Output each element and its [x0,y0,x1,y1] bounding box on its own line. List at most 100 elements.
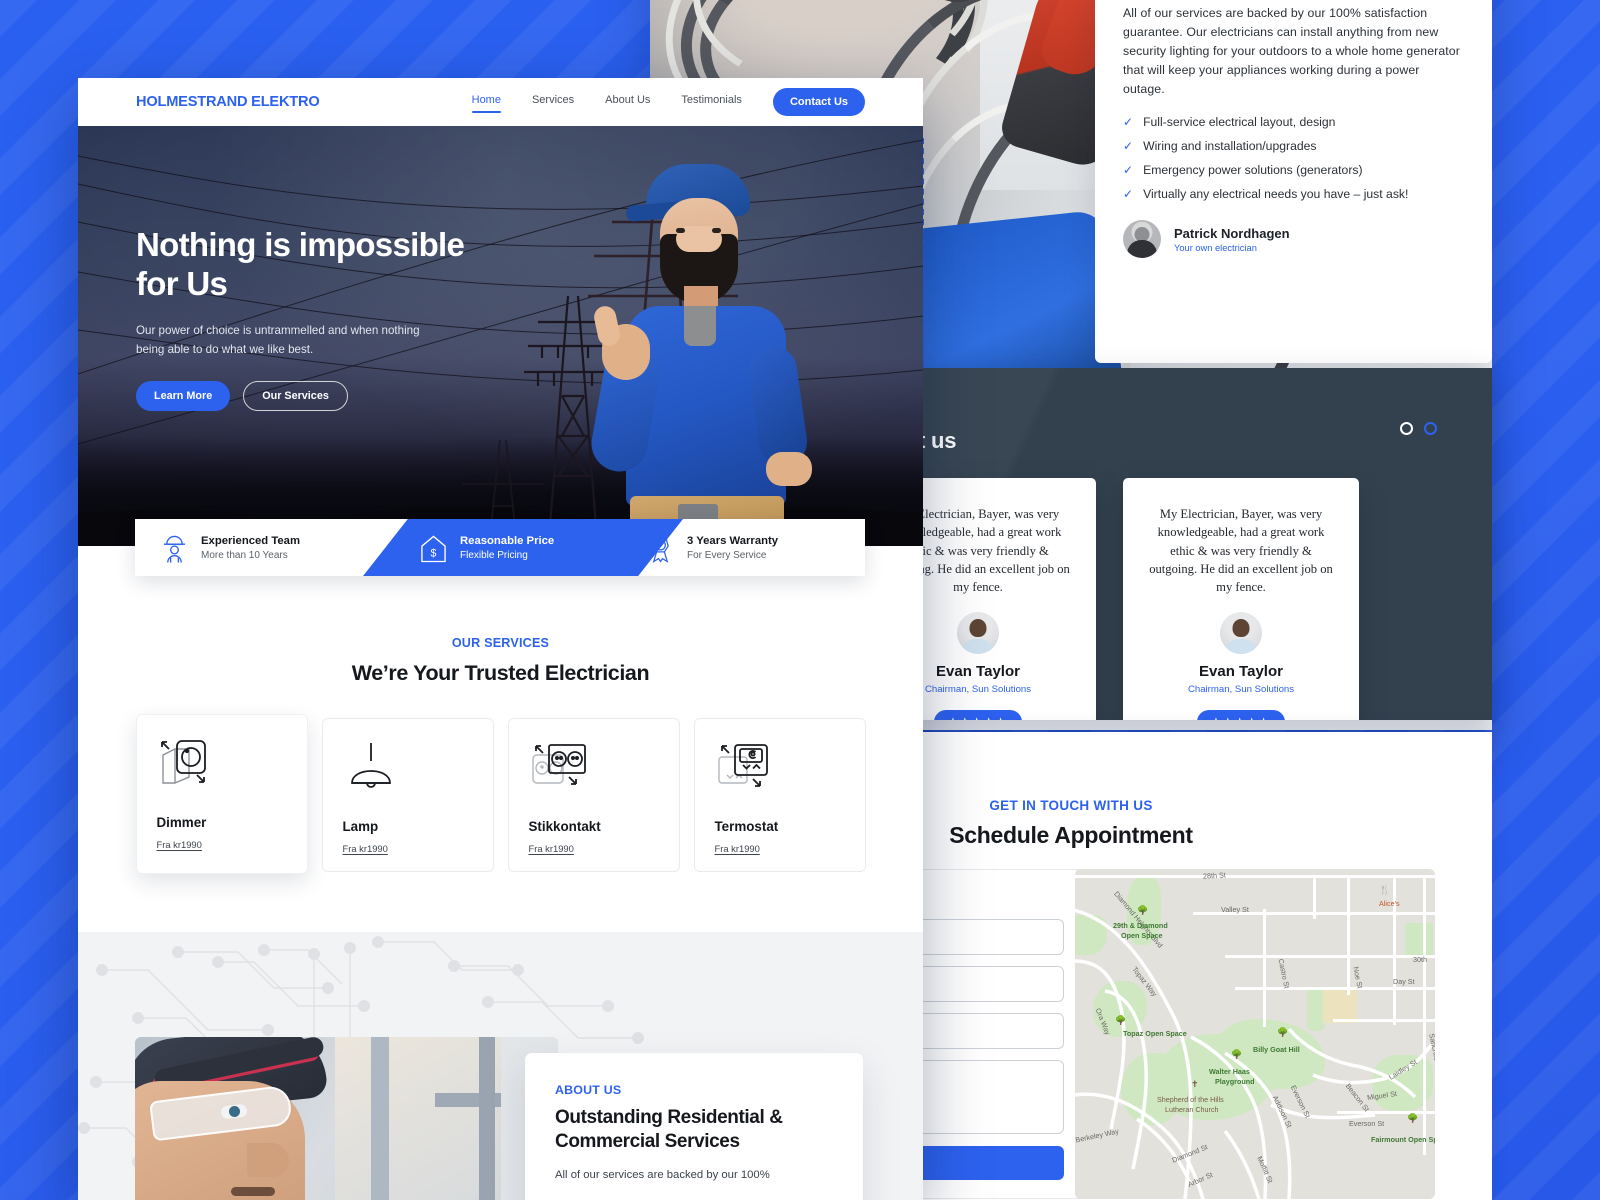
map-label: Valley St [1221,905,1249,914]
map-label: Fairmount Open Space [1371,1135,1435,1144]
electrician-goggles-photo [135,1037,558,1200]
service-card-stikkontakt[interactable]: Stikkontakt Fra kr1990 [507,718,680,872]
house-dollar-icon: $ [421,535,446,562]
list-item: ✓ Emergency power solutions (generators) [1123,163,1464,178]
about-title-line2: Commercial Services [555,1130,740,1152]
hero-heading-line2: for Us [136,264,228,302]
dimmer-switch-icon [157,737,287,793]
check-icon: ✓ [1123,187,1134,202]
tree-icon: 🌳 [1115,1015,1127,1025]
service-name: Termostat [714,819,779,834]
star-rating-badge: ★★★★★ [934,710,1022,720]
map-label: Alice’s [1379,899,1400,908]
tree-icon: 🌳 [1231,1049,1243,1059]
feature-subtitle: More than 10 Years [201,549,288,561]
pendant-lamp-icon [343,741,473,797]
feature-title: Experienced Team [201,534,300,547]
map-label: Billy Goat Hill [1253,1045,1300,1054]
services-section: OUR SERVICES We’re Your Trusted Electric… [78,546,923,874]
nav-link-testimonials[interactable]: Testimonials [681,94,742,110]
service-price[interactable]: Fra kr1990 [529,843,659,854]
service-card-dimmer[interactable]: Dimmer Fra kr1990 [135,714,308,874]
avatar [1220,612,1262,655]
hero-section: Nothing is impossible for Us Our power o… [78,126,923,546]
tree-icon: 🌳 [1407,1113,1419,1123]
avatar [957,612,999,655]
service-price[interactable]: Fra kr1990 [157,839,287,850]
pagination-dot-2[interactable] [1424,422,1437,435]
location-map[interactable]: 28th St Valley St Diamond Heights Blvd 🌳… [1075,869,1435,1199]
author-name: Patrick Nordhagen [1174,225,1290,241]
hero-subtext: Our power of choice is untrammelled and … [136,321,556,359]
feature-title: Reasonable Price [460,534,555,547]
service-name: Lamp [342,819,379,834]
guarantee-bullet-list: ✓ Full-service electrical layout, design… [1123,115,1464,202]
map-label: Playground [1215,1077,1255,1086]
hero-content: Nothing is impossible for Us Our power o… [136,226,556,412]
nav-link-about-us[interactable]: About Us [605,94,650,110]
avatar [1123,220,1161,259]
list-item: ✓ Full-service electrical layout, design [1123,115,1464,130]
site-navbar: HOLMESTRAND ELEKTRO Home Services About … [78,78,923,126]
nav-link-home[interactable]: Home [471,94,502,113]
check-icon: ✓ [1123,163,1134,178]
testimonial-card-list: My Electrician, Bayer, was very knowledg… [860,478,1359,720]
author-role[interactable]: Your own electrician [1174,243,1290,253]
about-kicker: ABOUT US [555,1083,622,1097]
service-name: Dimmer [156,815,207,830]
bullet-label: Emergency power solutions (generators) [1143,163,1363,178]
services-kicker: OUR SERVICES [451,636,550,650]
about-title-line1: Outstanding Residential & [555,1107,783,1128]
map-label: Shepherd of the Hills [1157,1095,1224,1104]
testimonial-quote: My Electrician, Bayer, was very knowledg… [1149,507,1333,594]
electrician-photo [568,156,828,546]
hero-heading: Nothing is impossible for Us [136,226,556,304]
bullet-label: Wiring and installation/upgrades [1143,139,1317,154]
map-label: 29th & Diamond [1113,921,1168,930]
bullet-label: Full-service electrical layout, design [1143,115,1336,130]
power-outlet-icon [529,741,659,797]
svg-text:$: $ [431,547,437,559]
list-item: ✓ Wiring and installation/upgrades [1123,139,1464,154]
tree-icon: 🌳 [1137,905,1149,915]
feature-subtitle: For Every Service [687,549,767,561]
learn-more-button[interactable]: Learn More [136,381,231,412]
service-card-list: Dimmer Fra kr1990 Lamp Fra kr1990 Stikko… [78,714,923,874]
bullet-label: Virtually any electrical needs you have … [1143,187,1409,202]
carousel-pagination[interactable] [1400,422,1437,435]
about-us-card: ABOUT US Outstanding Residential & Comme… [525,1053,863,1200]
feature-reasonable-price: $ Reasonable Price Flexible Pricing [378,519,621,576]
service-name: Stikkontakt [528,819,601,834]
star-rating-badge: ★★★★★ [1197,710,1285,720]
service-card-termostat[interactable]: Termostat Fra kr1990 [693,718,866,872]
map-label: Walter Haas [1209,1067,1250,1076]
our-services-button[interactable]: Our Services [243,381,348,412]
map-label: Day St [1393,977,1415,986]
list-item: ✓ Virtually any electrical needs you hav… [1123,187,1464,202]
service-price[interactable]: Fra kr1990 [343,843,473,854]
pagination-dot-1[interactable] [1400,422,1413,435]
worker-helmet-icon [163,535,186,563]
about-title: Outstanding Residential & Commercial Ser… [555,1106,833,1154]
guarantee-panel: All of our services are backed by our 10… [1095,0,1492,363]
author-block: Patrick Nordhagen Your own electrician [1123,220,1464,259]
map-label: 30th [1413,955,1427,964]
check-icon: ✓ [1123,115,1134,130]
testimonial-card: My Electrician, Bayer, was very knowledg… [1123,478,1359,720]
map-label: Everson St [1349,1119,1385,1128]
hero-subtext-line1: Our power of choice is untrammelled and … [136,323,420,337]
nav-link-services[interactable]: Services [532,94,574,110]
foreground-screenshot: HOLMESTRAND ELEKTRO Home Services About … [78,78,923,1200]
hero-button-group: Learn More Our Services [136,381,556,412]
service-card-lamp[interactable]: Lamp Fra kr1990 [321,718,494,872]
testimonials-heading: t us [918,428,957,453]
contact-us-button[interactable]: Contact Us [772,88,865,116]
church-cross-icon: ✝ [1191,1079,1199,1089]
map-label: Lutheran Church [1165,1105,1219,1114]
site-logo[interactable]: HOLMESTRAND ELEKTRO [136,94,320,110]
thermostat-icon [715,741,845,797]
nav-menu: Home Services About Us Testimonials Cont… [471,88,865,116]
service-price[interactable]: Fra kr1990 [715,843,845,854]
guarantee-paragraph: All of our services are backed by our 10… [1123,6,1460,97]
testimonial-author-role: Chairman, Sun Solutions [1187,684,1295,696]
